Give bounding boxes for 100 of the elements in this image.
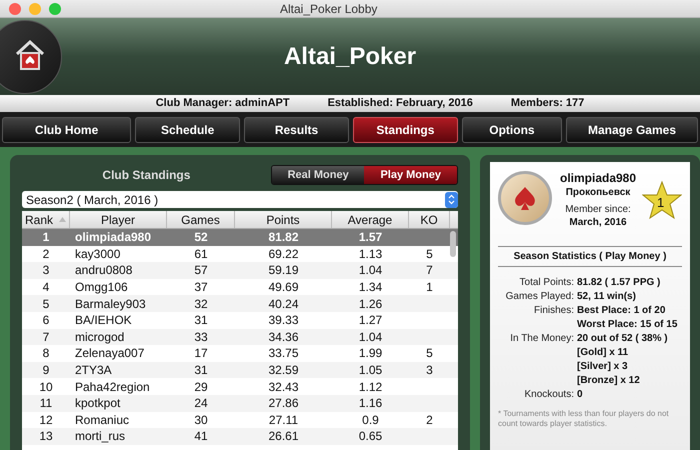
stat-label: Knockouts: bbox=[524, 388, 574, 400]
table-cell: BA/IEHOK bbox=[75, 313, 132, 328]
table-cell: 17 bbox=[194, 346, 208, 360]
zoom-button[interactable] bbox=[49, 2, 61, 14]
money-mode-tab[interactable]: Real Money bbox=[272, 166, 364, 184]
table-cell: 32 bbox=[194, 296, 208, 311]
column-header[interactable]: Average bbox=[332, 211, 409, 228]
stats-title: Season Statistics ( Play Money ) bbox=[514, 250, 666, 264]
table-cell: 10 bbox=[39, 380, 53, 394]
table-cell: 2 bbox=[42, 246, 50, 261]
nav-tab[interactable]: Schedule bbox=[135, 116, 240, 142]
avatar bbox=[498, 171, 552, 225]
table-row[interactable]: 11 kpotkpot 24 27.86 1.16 bbox=[22, 394, 458, 412]
table-cell: 7 bbox=[426, 263, 433, 278]
table-cell: Barmaley903 bbox=[75, 296, 146, 311]
table-cell: morti_rus bbox=[75, 429, 126, 444]
stat-value: 52, 11 win(s) bbox=[577, 290, 636, 304]
table-cell: 1 bbox=[42, 230, 50, 244]
nav-tab[interactable]: Standings bbox=[352, 116, 458, 142]
stat-value: 20 out of 52 ( 38% ) bbox=[577, 332, 668, 346]
stat-value: 0 bbox=[577, 388, 583, 402]
close-button[interactable] bbox=[9, 2, 21, 14]
table-cell: 33 bbox=[194, 330, 208, 344]
table-cell: 5 bbox=[42, 296, 50, 311]
table-cell: 6 bbox=[42, 313, 50, 328]
stat-label: In The Money: bbox=[510, 332, 574, 344]
table-cell: 0.9 bbox=[362, 412, 379, 427]
table-cell: 0.65 bbox=[358, 429, 382, 444]
table-cell: 2 bbox=[426, 412, 433, 427]
column-header[interactable]: Rank bbox=[22, 211, 70, 228]
column-header[interactable]: Points bbox=[235, 211, 332, 228]
season-dropdown[interactable]: Season2 ( March, 2016 ) bbox=[22, 191, 458, 208]
club-info: Club Manager: adminAPT bbox=[156, 96, 290, 112]
table-cell: 57 bbox=[194, 263, 208, 278]
table-cell: 13 bbox=[39, 429, 53, 444]
nav-tab[interactable]: Results bbox=[244, 116, 349, 142]
table-cell: 31 bbox=[194, 313, 208, 328]
table-row[interactable]: 1 olimpiada980 52 81.82 1.57 bbox=[22, 229, 458, 246]
scrollbar[interactable] bbox=[450, 231, 456, 257]
table-cell: 1.57 bbox=[358, 230, 382, 244]
table-cell: 27.86 bbox=[268, 396, 299, 410]
table-cell: Romaniuc bbox=[75, 412, 130, 427]
table-cell: 1.13 bbox=[358, 246, 382, 261]
logo-icon bbox=[0, 20, 62, 94]
table-cell: 40.24 bbox=[268, 296, 299, 311]
club-info: Members: 177 bbox=[510, 96, 584, 112]
table-cell: 61 bbox=[194, 246, 208, 261]
table-cell: 52 bbox=[194, 230, 208, 244]
footnote: * Tournaments with less than four players do not count towards player statistics. bbox=[498, 409, 670, 429]
club-info: Established: February, 2016 bbox=[328, 96, 473, 112]
table-cell: 81.82 bbox=[268, 230, 299, 244]
table-row[interactable]: 13 morti_rus 41 26.61 0.65 bbox=[22, 428, 458, 445]
stat-value: Worst Place: 15 of 15 bbox=[577, 318, 678, 332]
nav-tab[interactable]: Options bbox=[462, 116, 562, 142]
club-name: Altai_Poker bbox=[282, 42, 418, 72]
table-cell: 1.04 bbox=[358, 330, 382, 344]
stat-value: Best Place: 1 of 20 bbox=[577, 304, 666, 318]
table-cell: microgod bbox=[75, 330, 124, 344]
money-mode-tab[interactable]: Play Money bbox=[364, 166, 457, 184]
table-cell: 41 bbox=[194, 429, 208, 444]
minimize-button[interactable] bbox=[29, 2, 41, 14]
table-cell: 1.16 bbox=[358, 396, 382, 410]
table-cell: 26.61 bbox=[268, 429, 299, 444]
stat-label: Finishes: bbox=[534, 304, 574, 316]
table-cell: 7 bbox=[42, 330, 50, 344]
table-cell: 32.43 bbox=[268, 380, 299, 394]
table-cell: 33.75 bbox=[268, 346, 299, 360]
stat-value: 81.82 ( 1.57 PPG ) bbox=[577, 276, 660, 290]
table-cell: 29 bbox=[194, 380, 208, 394]
table-cell: 5 bbox=[426, 346, 433, 360]
rank-number: 1 bbox=[657, 194, 664, 212]
table-row[interactable]: 3 andru0808 57 59.19 1.04 7 bbox=[22, 262, 458, 279]
table-cell: 1.04 bbox=[358, 263, 382, 278]
table-cell: 24 bbox=[194, 396, 208, 410]
nav-tab[interactable]: Club Home bbox=[2, 116, 132, 142]
column-header[interactable]: Games bbox=[167, 211, 235, 228]
column-header[interactable]: Player bbox=[70, 211, 167, 228]
table-cell: 5 bbox=[426, 246, 433, 261]
table-cell: 1.05 bbox=[358, 363, 382, 378]
table-cell: 8 bbox=[42, 346, 50, 360]
table-cell: Zelenaya007 bbox=[75, 346, 144, 360]
nav-tab[interactable]: Manage Games bbox=[566, 116, 698, 142]
column-header[interactable]: KO bbox=[409, 211, 450, 228]
table-cell: Paha42region bbox=[75, 380, 150, 394]
table-cell: 49.69 bbox=[268, 280, 299, 294]
window-title: Altai_Poker Lobby bbox=[280, 0, 378, 18]
table-cell: 32.59 bbox=[268, 363, 299, 378]
table-cell: 31 bbox=[194, 363, 208, 378]
player-city: Прокопьевск bbox=[566, 186, 630, 199]
table-cell: 1.27 bbox=[358, 313, 382, 328]
table-cell: 37 bbox=[194, 280, 208, 294]
table-cell: 3 bbox=[42, 263, 50, 278]
table-row[interactable]: 2 kay3000 61 69.22 1.13 5 bbox=[22, 246, 458, 262]
table-row[interactable]: 5 Barmaley903 32 40.24 1.26 bbox=[22, 295, 458, 312]
table-cell: 12 bbox=[39, 412, 53, 427]
table-cell: olimpiada980 bbox=[75, 230, 152, 244]
table-row[interactable]: 7 microgod 33 34.36 1.04 bbox=[22, 328, 458, 346]
table-cell: 39.33 bbox=[268, 313, 299, 328]
table-row[interactable]: 9 2TY3A 31 32.59 1.05 3 bbox=[22, 362, 458, 378]
table-cell: 9 bbox=[42, 363, 50, 378]
